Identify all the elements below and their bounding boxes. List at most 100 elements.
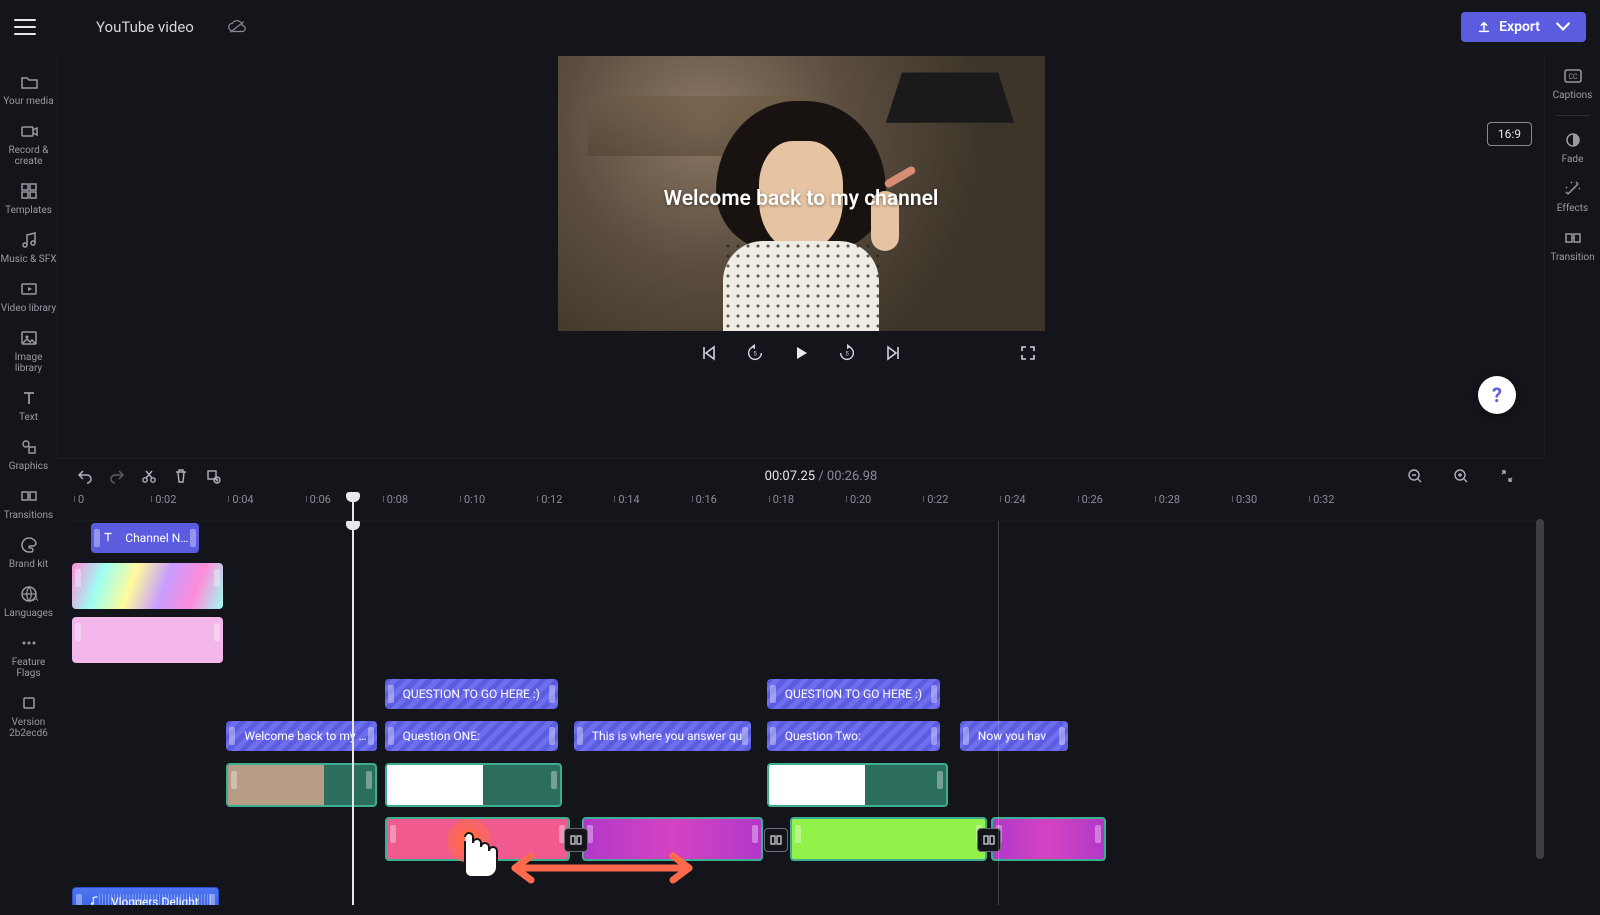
undo-button[interactable]: [76, 467, 94, 485]
clip-label: Question Two:: [785, 729, 861, 743]
text-clip[interactable]: Welcome back to my ch: [226, 721, 377, 751]
svg-text:A: A: [33, 594, 39, 603]
preview-overlay-text: Welcome back to my channel: [664, 187, 939, 211]
project-title[interactable]: YouTube video: [96, 18, 194, 36]
sidebar-item-label: Feature Flags: [1, 657, 57, 679]
sidebar-item-label: Version 2b2ecd6: [1, 717, 57, 739]
sidebar-item-captions[interactable]: CC Captions: [1545, 60, 1600, 107]
delete-button[interactable]: [172, 467, 190, 485]
transition-handle[interactable]: [977, 828, 1001, 852]
video-clip[interactable]: [385, 763, 563, 807]
sidebar-item-languages[interactable]: ALanguages: [1, 578, 57, 625]
ruler-tick: 0:32: [1313, 493, 1334, 506]
text-clip[interactable]: Question ONE:: [385, 721, 559, 751]
fullscreen-button[interactable]: [1017, 342, 1039, 364]
zoom-fit-button[interactable]: [1498, 467, 1516, 485]
ruler-tick: 0:28: [1159, 493, 1180, 506]
duplicate-button[interactable]: [204, 467, 222, 485]
ruler-tick: 0:26: [1082, 493, 1103, 506]
sidebar-item-label: Your media: [3, 96, 53, 107]
sidebar-item-version[interactable]: Version 2b2ecd6: [1, 687, 57, 745]
sidebar-item-brand-kit[interactable]: Brand kit: [1, 529, 57, 576]
sidebar-item-video-library[interactable]: Video library: [1, 273, 57, 320]
ruler-tick: 0:24: [1004, 493, 1025, 506]
clip-label: Welcome back to my ch: [244, 729, 369, 743]
export-button[interactable]: Export: [1461, 12, 1586, 42]
sidebar-item-music-sfx[interactable]: Music & SFX: [1, 224, 57, 271]
skip-end-button[interactable]: [882, 342, 904, 364]
rewind-5-button[interactable]: 5: [744, 342, 766, 364]
sidebar-item-label: Effects: [1557, 203, 1588, 214]
music-icon: [19, 230, 39, 250]
timeline-marker: [998, 521, 999, 905]
sidebar-left: Your media Record & create Templates Music …: [0, 54, 58, 458]
camera-icon: [19, 121, 39, 141]
ruler-tick: 0:14: [618, 493, 639, 506]
text-clip[interactable]: Question Two:: [767, 721, 941, 751]
timeline-tracks[interactable]: Channel Name QUESTION TO GO HERE :) QUEST…: [72, 521, 1536, 905]
clip-label: This is where you answer qu: [592, 729, 742, 743]
help-button[interactable]: ?: [1478, 376, 1516, 414]
globe-icon: A: [19, 584, 39, 604]
sidebar-item-effects[interactable]: Effects: [1545, 173, 1600, 220]
sidebar-item-templates[interactable]: Templates: [1, 175, 57, 222]
sidebar-item-your-media[interactable]: Your media: [1, 66, 57, 113]
ruler-tick: 0:10: [464, 493, 485, 506]
preview-canvas[interactable]: Welcome back to my channel: [558, 56, 1045, 331]
forward-5-button[interactable]: 5: [836, 342, 858, 364]
sidebar-item-record-create[interactable]: Record & create: [1, 115, 57, 173]
sidebar-right: CC Captions Fade Effects Transition: [1544, 54, 1600, 458]
sidebar-item-label: Transition: [1550, 252, 1594, 263]
sidebar-item-fade[interactable]: Fade: [1545, 124, 1600, 171]
play-button[interactable]: [790, 342, 812, 364]
sidebar-item-label: Music & SFX: [1, 254, 57, 265]
zoom-out-button[interactable]: [1406, 467, 1424, 485]
palette-icon: [19, 535, 39, 555]
split-button[interactable]: [140, 467, 158, 485]
media-clip[interactable]: [991, 817, 1107, 861]
text-clip[interactable]: This is where you answer qu: [574, 721, 752, 751]
sidebar-item-label: Templates: [5, 205, 52, 216]
aspect-ratio-button[interactable]: 16:9: [1487, 122, 1532, 146]
ruler-tick: 0:06: [310, 493, 331, 506]
transition-handle[interactable]: [764, 828, 788, 852]
templates-icon: [19, 181, 39, 201]
text-icon: [101, 530, 115, 547]
audio-clip[interactable]: Vloggers Delight: [72, 887, 219, 905]
cc-icon: CC: [1563, 66, 1583, 86]
sidebar-item-image-library[interactable]: Image library: [1, 322, 57, 380]
zoom-in-button[interactable]: [1452, 467, 1470, 485]
skip-start-button[interactable]: [698, 342, 720, 364]
sidebar-item-transition[interactable]: Transition: [1545, 222, 1600, 269]
svg-text:5: 5: [845, 350, 849, 358]
ruler-tick: 0:22: [927, 493, 948, 506]
sidebar-item-graphics[interactable]: Graphics: [1, 431, 57, 478]
clip-label: QUESTION TO GO HERE :): [403, 687, 540, 701]
sidebar-item-feature-flags[interactable]: Feature Flags: [1, 627, 57, 685]
transition-icon: [19, 486, 39, 506]
sidebar-item-label: Image library: [1, 352, 57, 374]
menu-icon[interactable]: [14, 19, 36, 35]
sidebar-item-label: Video library: [1, 303, 56, 314]
sidebar-item-label: Captions: [1553, 90, 1593, 101]
text-icon: [19, 388, 39, 408]
graphic-clip[interactable]: [72, 563, 223, 609]
text-clip[interactable]: Now you hav: [960, 721, 1068, 751]
video-clip[interactable]: [226, 763, 377, 807]
sidebar-item-transitions[interactable]: Transitions: [1, 480, 57, 527]
cloud-sync-disabled-icon: [228, 20, 246, 34]
media-clip[interactable]: [790, 817, 987, 861]
square-icon: [19, 693, 39, 713]
sidebar-item-text[interactable]: Text: [1, 382, 57, 429]
text-clip-channel-name[interactable]: Channel Name: [91, 523, 199, 553]
text-clip-question[interactable]: QUESTION TO GO HERE :): [767, 679, 941, 709]
video-clip[interactable]: [767, 763, 948, 807]
ruler-tick: 0:08: [387, 493, 408, 506]
ruler-tick: 0: [78, 493, 84, 506]
image-icon: [19, 328, 39, 348]
timeline-ruler[interactable]: 00:020:040:060:080:100:120:140:160:180:2…: [72, 493, 1536, 521]
redo-button[interactable]: [108, 467, 126, 485]
timeline-scrollbar[interactable]: [1536, 519, 1544, 899]
text-clip-question[interactable]: QUESTION TO GO HERE :): [385, 679, 559, 709]
graphic-clip[interactable]: [72, 617, 223, 663]
